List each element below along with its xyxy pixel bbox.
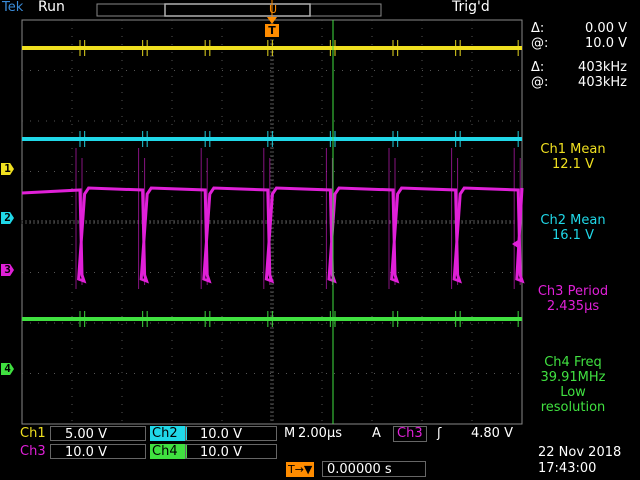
measurement-label: Ch1 Mean xyxy=(540,142,606,157)
cursor-at-v: 10.0 V xyxy=(585,36,627,51)
measurement-ch4-freq[interactable]: Ch4 Freq 39.91MHz Low resolution xyxy=(518,355,628,415)
measurement-note: Low xyxy=(560,385,586,400)
graticule xyxy=(21,19,523,425)
horizontal-position-icon: T→▼ xyxy=(286,462,315,477)
cursor-delta-f-label: Δ: xyxy=(531,60,545,75)
timebase-value[interactable]: 2.00µs xyxy=(298,426,342,441)
measurement-ch1-mean[interactable]: Ch1 Mean 12.1 V xyxy=(518,142,628,172)
measurement-value: 12.1 V xyxy=(552,157,594,172)
ch3-scale-label: Ch3 xyxy=(20,444,46,459)
cursor-delta-v-label: Δ: xyxy=(531,21,545,36)
cursor-at-f: 403kHz xyxy=(578,75,627,90)
measurement-label: Ch4 Freq xyxy=(544,355,602,370)
ch2-scale[interactable]: 10.0 V xyxy=(185,426,277,442)
measurement-ch2-mean[interactable]: Ch2 Mean 16.1 V xyxy=(518,213,628,243)
trigger-slope-icon: ʃ xyxy=(437,426,442,441)
cursor-delta-f: 403kHz xyxy=(578,60,627,75)
ch1-scale-label: Ch1 xyxy=(20,426,46,441)
ch4-waveform xyxy=(22,311,522,327)
date: 22 Nov 2018 xyxy=(538,445,622,460)
measurement-label: Ch3 Period xyxy=(537,284,609,299)
ch1-scale[interactable]: 5.00 V xyxy=(50,426,146,442)
ch2-scale-label: Ch2 xyxy=(150,426,187,441)
trigger-source[interactable]: Ch3 xyxy=(393,426,427,442)
cursor-delta-v: 0.00 V xyxy=(585,21,627,36)
ch4-scale-label: Ch4 xyxy=(150,444,187,459)
time: 17:43:00 xyxy=(538,461,597,476)
ch2-waveform xyxy=(22,131,522,147)
trigger-mode: A xyxy=(372,426,381,441)
trigger-position-marker[interactable]: T xyxy=(265,17,279,43)
timebase-label: M xyxy=(284,426,296,441)
ch3-scale[interactable]: 10.0 V xyxy=(50,444,146,460)
horizontal-position[interactable]: 0.00000 s xyxy=(322,461,426,477)
measurement-value: 2.435µs xyxy=(546,299,600,314)
trigger-level[interactable]: 4.80 V xyxy=(471,426,513,441)
measurement-value: 16.1 V xyxy=(552,228,594,243)
measurement-ch3-period[interactable]: Ch3 Period 2.435µs xyxy=(518,284,628,314)
measurement-label: Ch2 Mean xyxy=(540,213,606,228)
measurement-note: resolution xyxy=(540,400,606,415)
cursor-at-v-label: @: xyxy=(531,36,549,51)
ch4-scale[interactable]: 10.0 V xyxy=(185,444,277,460)
cursor-at-f-label: @: xyxy=(531,75,549,90)
measurement-value: 39.91MHz xyxy=(540,370,606,385)
